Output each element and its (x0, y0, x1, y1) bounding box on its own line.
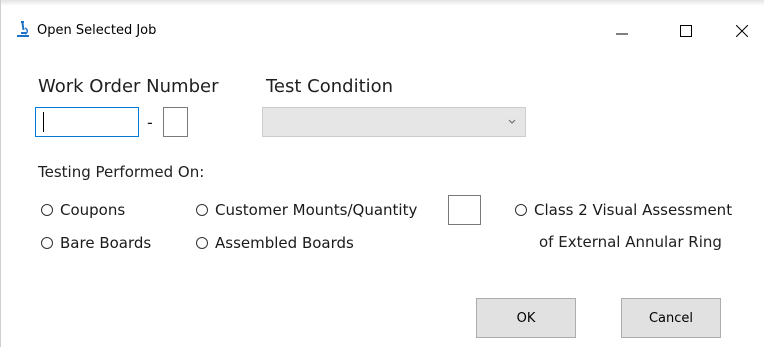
quantity-input[interactable] (448, 195, 481, 225)
cancel-button[interactable]: Cancel (621, 298, 721, 338)
radio-coupons[interactable]: Coupons (41, 201, 125, 219)
radio-circle[interactable] (41, 204, 53, 216)
work-order-number-input[interactable] (35, 107, 139, 137)
radio-customer-mounts-label: Customer Mounts/Quantity (215, 201, 418, 219)
text-caret (43, 112, 44, 132)
close-icon (736, 25, 748, 37)
radio-class2-label-line1: Class 2 Visual Assessment (534, 201, 733, 219)
radio-customer-mounts-quantity[interactable]: Customer Mounts/Quantity (196, 201, 417, 219)
ok-button[interactable]: OK (476, 298, 576, 338)
microscope-icon (17, 21, 29, 37)
open-selected-job-dialog: Open Selected Job Work Order Number Test… (0, 0, 764, 347)
radio-circle[interactable] (196, 237, 208, 249)
radio-bare-boards-label: Bare Boards (60, 234, 152, 252)
radio-coupons-label: Coupons (60, 201, 126, 219)
radio-assembled-boards-label: Assembled Boards (215, 234, 354, 252)
chevron-down-icon (508, 119, 516, 124)
radio-class2-visual-assessment[interactable]: Class 2 Visual Assessment (515, 201, 732, 219)
testing-performed-on-label: Testing Performed On: (38, 163, 205, 181)
window-title: Open Selected Job (37, 23, 157, 38)
test-condition-dropdown[interactable] (262, 107, 526, 137)
close-button[interactable] (719, 16, 764, 46)
minimize-button[interactable] (599, 16, 645, 46)
work-order-suffix-input[interactable] (163, 107, 188, 137)
radio-circle[interactable] (41, 237, 53, 249)
radio-class2-label-line2: of External Annular Ring (539, 233, 722, 251)
work-order-separator: - (147, 113, 153, 132)
maximize-icon (680, 25, 692, 37)
radio-circle[interactable] (196, 204, 208, 216)
maximize-button[interactable] (663, 16, 709, 46)
work-order-number-label: Work Order Number (38, 76, 219, 97)
radio-circle[interactable] (515, 204, 527, 216)
minimize-icon (616, 33, 628, 35)
radio-assembled-boards[interactable]: Assembled Boards (196, 234, 354, 252)
radio-bare-boards[interactable]: Bare Boards (41, 234, 151, 252)
test-condition-label: Test Condition (266, 76, 394, 97)
title-bar[interactable]: Open Selected Job (1, 6, 764, 46)
